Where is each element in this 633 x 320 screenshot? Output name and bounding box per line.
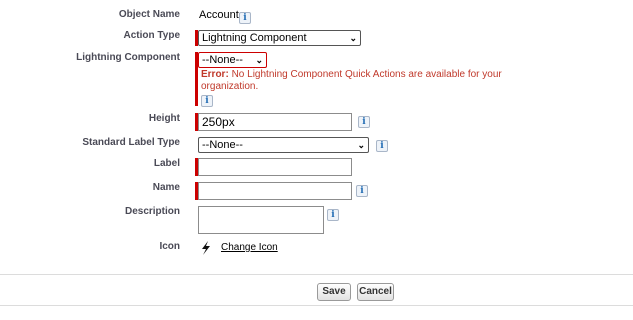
description-info-icon[interactable]: i [327, 209, 339, 221]
label-field-label: Label [153, 158, 180, 169]
standard-label-type-selected: --None-- [202, 139, 243, 151]
action-type-selected: Lightning Component [202, 32, 307, 44]
lightning-component-info-icon[interactable]: i [201, 95, 213, 107]
error-message-line2: organization. [201, 81, 259, 92]
change-icon-link[interactable]: Change Icon [221, 242, 278, 253]
object-name-value: Account [199, 9, 239, 21]
quick-action-form: Object Name Account i Action Type Lightn… [0, 0, 633, 320]
description-label: Description [124, 206, 180, 217]
standard-label-type-info-icon[interactable]: i [376, 140, 388, 152]
error-prefix: Error: [201, 69, 229, 80]
description-textarea[interactable] [198, 206, 324, 234]
save-button[interactable]: Save [317, 283, 351, 301]
lightning-component-selected: --None-- [202, 54, 243, 66]
action-type-label: Action Type [123, 30, 180, 41]
lightning-component-label: Lightning Component [76, 52, 180, 63]
label-input[interactable] [198, 158, 352, 176]
chevron-down-icon: ⌄ [255, 54, 263, 65]
footer-bottom-divider [0, 305, 633, 306]
standard-label-type-label: Standard Label Type [82, 137, 180, 148]
chevron-down-icon: ⌄ [349, 32, 357, 43]
error-message-line1: No Lightning Component Quick Actions are… [228, 69, 502, 80]
name-info-icon[interactable]: i [356, 185, 368, 197]
lightning-bolt-icon [202, 241, 210, 255]
height-input[interactable]: 250px [198, 113, 352, 131]
footer-divider [0, 274, 633, 275]
height-label: Height [148, 113, 180, 124]
chevron-down-icon: ⌄ [357, 139, 365, 150]
object-name-info-icon[interactable]: i [239, 12, 251, 24]
height-info-icon[interactable]: i [358, 116, 370, 128]
object-name-label: Object Name [118, 9, 180, 20]
lightning-component-select[interactable]: --None-- ⌄ [198, 52, 267, 68]
lightning-component-error: Error: No Lightning Component Quick Acti… [201, 69, 581, 93]
standard-label-type-select[interactable]: --None-- ⌄ [198, 137, 369, 153]
icon-label: Icon [159, 241, 180, 252]
action-type-select[interactable]: Lightning Component ⌄ [198, 30, 361, 46]
name-input[interactable] [198, 182, 352, 200]
cancel-button[interactable]: Cancel [357, 283, 394, 301]
name-field-label: Name [152, 182, 180, 193]
